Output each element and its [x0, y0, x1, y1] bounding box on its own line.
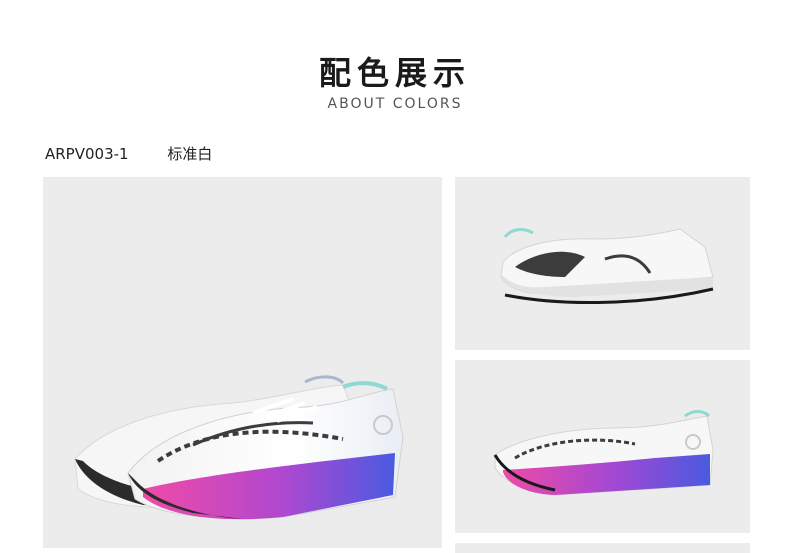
shoe-side-gradient-illustration	[493, 410, 714, 496]
variant-code: ARPV003-1	[45, 145, 129, 163]
section-title: 配色展示	[318, 54, 471, 92]
shoe-side-plain-illustration	[500, 228, 714, 305]
variant-label: ARPV003-1 标准白	[45, 143, 212, 164]
shoe-pair-illustration	[74, 375, 404, 520]
section-subtitle: ABOUT COLORS	[327, 96, 463, 112]
product-photo-next-peek	[455, 543, 750, 553]
shoe-side-plain	[500, 228, 714, 305]
shoe-side-gradient	[493, 410, 714, 496]
variant-color-name: 标准白	[167, 145, 213, 163]
product-photo-main	[43, 177, 442, 548]
product-photo-side-gradient	[455, 360, 750, 533]
product-photo-side-plain	[455, 177, 750, 350]
